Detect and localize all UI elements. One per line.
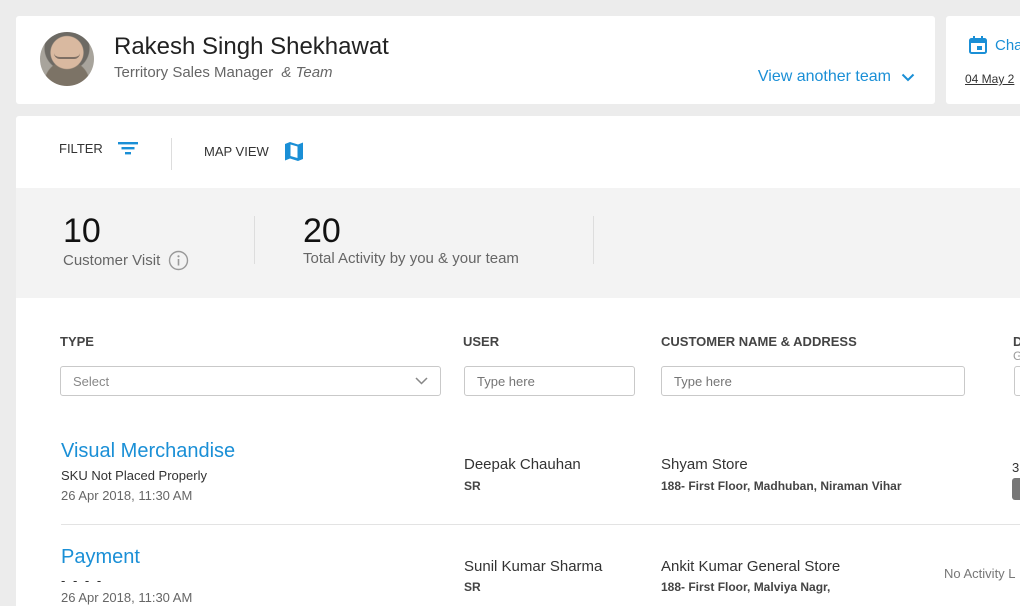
filter-label: FILTER [59,140,103,156]
date-header[interactable]: Cha [968,35,1020,55]
avatar [40,32,94,86]
team-suffix: & Team [281,64,333,81]
status-badge [1012,478,1020,500]
user-role: SR [464,479,481,493]
stat-value: 10 [63,212,101,250]
activity-subtitle: - - - - [61,573,104,588]
customer-column-header: CUSTOMER NAME & ADDRESS [661,334,857,349]
type-column-header: TYPE [60,334,94,349]
user-name: Sunil Kumar Sharma [464,558,603,575]
row-divider [61,524,1020,525]
user-search-input[interactable] [464,366,635,396]
stat-label-row: Total Activity by you & your team [303,250,519,267]
extra-value: 3 [1012,460,1020,475]
extra-filter-input[interactable] [1014,366,1020,396]
activity-row[interactable]: Visual Merchandise SKU Not Placed Proper… [61,440,1020,524]
date-card[interactable]: Cha 04 May 2 [946,16,1020,104]
customer-name: Shyam Store [661,456,748,473]
customer-address: 188- First Floor, Malviya Nagr, [661,580,831,594]
activity-row[interactable]: Payment - - - - 26 Apr 2018, 11:30 AM Su… [61,546,1020,606]
activity-subtitle: SKU Not Placed Properly [61,468,207,483]
stat-value: 20 [303,212,341,250]
type-select-value: Select [73,373,110,389]
view-another-team-link[interactable]: View another team [758,68,915,86]
user-role: Territory Sales Manager & Team [114,64,333,81]
map-icon [284,142,303,161]
user-name: Deepak Chauhan [464,456,581,473]
stats-divider [254,216,255,264]
calendar-icon [969,36,987,54]
map-view-button[interactable]: MAP VIEW [204,140,305,162]
chevron-down-icon [415,377,428,385]
stat-total-activity: 20 Total Activity by you & your team [303,212,519,267]
activity-time: 26 Apr 2018, 11:30 AM [61,488,193,503]
user-column-header: USER [463,334,500,349]
profile-card: Rakesh Singh Shekhawat Territory Sales M… [16,16,935,104]
main-card: FILTER MAP VIEW 10 Customer Visit 20 Tot… [16,116,1020,606]
activity-type-link[interactable]: Payment [61,546,140,569]
role-text: Territory Sales Manager [114,64,274,81]
chevron-down-icon [901,73,915,81]
user-role: SR [464,580,481,594]
extra-column-subheader: G [1013,349,1020,363]
stat-label: Customer Visit [63,252,161,269]
extra-column-header: D [1013,334,1020,349]
stats-band: 10 Customer Visit 20 Total Activity by y… [16,188,1020,298]
activity-type-link[interactable]: Visual Merchandise [61,440,235,463]
activity-time: 26 Apr 2018, 11:30 AM [61,590,193,605]
customer-search-input[interactable] [661,366,965,396]
stats-divider [593,216,594,264]
view-team-label: View another team [757,68,891,85]
no-activity-label: No Activity L [944,566,1016,581]
filter-icon [117,142,138,155]
customer-address: 188- First Floor, Madhuban, Niraman Viha… [661,479,902,493]
stat-label: Total Activity by you & your team [303,250,519,267]
toolbar-divider [171,138,172,170]
filter-button[interactable]: FILTER [59,140,139,156]
info-icon[interactable] [168,250,189,271]
toolbar: FILTER MAP VIEW [16,116,1020,188]
stat-label-row: Customer Visit [63,250,189,271]
type-select[interactable]: Select [60,366,441,396]
date-value[interactable]: 04 May 2 [965,72,1014,86]
map-view-label: MAP VIEW [204,143,269,159]
customer-name: Ankit Kumar General Store [661,558,841,575]
stat-customer-visit: 10 Customer Visit [63,212,189,271]
date-change-label: Cha [995,36,1020,54]
user-name: Rakesh Singh Shekhawat [114,33,389,60]
